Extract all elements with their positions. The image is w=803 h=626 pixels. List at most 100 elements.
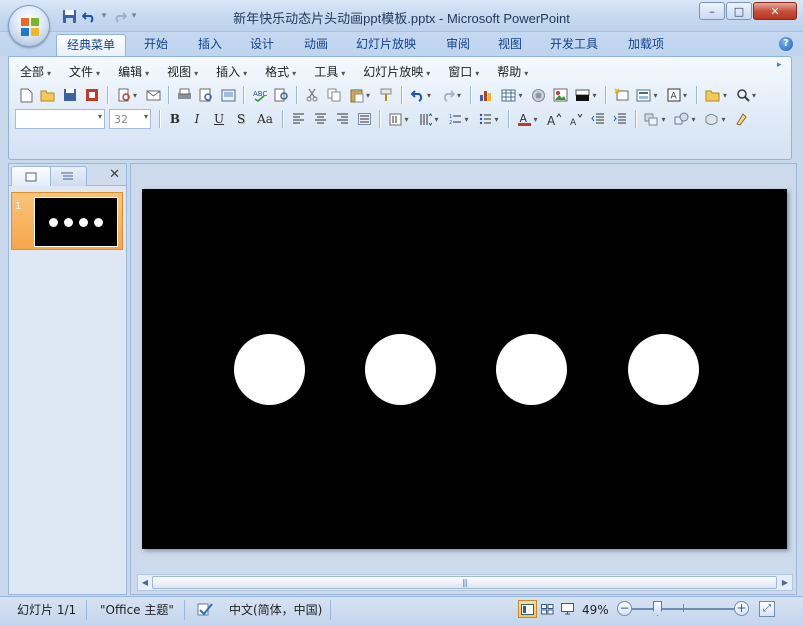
zoom-level[interactable]: 49%: [582, 601, 609, 619]
tab-review[interactable]: 审阅: [436, 34, 480, 56]
slide-circle[interactable]: [365, 334, 436, 405]
shape-outline-icon[interactable]: [730, 109, 752, 130]
menu-slideshow[interactable]: 幻灯片放映 ▾: [358, 62, 435, 82]
insert-table-icon[interactable]: [497, 85, 527, 106]
font-name-combo[interactable]: ▾: [15, 109, 105, 129]
menu-all[interactable]: 全部 ▾: [15, 62, 56, 82]
normal-view-icon[interactable]: [518, 600, 537, 618]
close-button[interactable]: ✕: [753, 2, 797, 20]
help-icon[interactable]: ?: [779, 37, 793, 51]
horizontal-scrollbar[interactable]: ◀ ||| ▶: [137, 574, 793, 591]
format-painter-icon[interactable]: [375, 85, 397, 106]
underline-button[interactable]: U: [208, 109, 230, 129]
open-folder-icon[interactable]: [701, 85, 731, 106]
bullets-icon[interactable]: [474, 109, 504, 130]
menu-tools[interactable]: 工具 ▾: [309, 62, 350, 82]
save-icon[interactable]: [59, 85, 81, 106]
maximize-button[interactable]: □: [726, 2, 752, 20]
line-spacing-icon[interactable]: [414, 109, 444, 130]
insert-chart-icon[interactable]: [475, 85, 497, 106]
slide-circle[interactable]: [234, 334, 305, 405]
menu-view[interactable]: 视图 ▾: [162, 62, 203, 82]
scroll-thumb[interactable]: |||: [152, 576, 777, 589]
office-button[interactable]: [8, 5, 50, 47]
scroll-left-icon[interactable]: ◀: [138, 575, 152, 590]
font-color-icon[interactable]: A: [513, 109, 543, 130]
shape-fill-icon[interactable]: [700, 109, 730, 130]
slideshow-view-icon[interactable]: [558, 600, 577, 618]
shadow-button[interactable]: S: [230, 109, 252, 129]
menu-format[interactable]: 格式 ▾: [260, 62, 301, 82]
language-status[interactable]: 中文(简体，中国): [229, 601, 322, 619]
font-size-combo[interactable]: 32 ▾: [109, 109, 151, 129]
new-document-icon[interactable]: [15, 85, 37, 106]
shapes-icon[interactable]: [670, 109, 700, 130]
bold-button[interactable]: B: [164, 109, 186, 129]
align-left-icon[interactable]: [287, 109, 309, 130]
change-case-button[interactable]: Aa: [252, 109, 278, 129]
numbering-icon[interactable]: 12: [444, 109, 474, 130]
zoom-icon[interactable]: [731, 85, 761, 106]
menu-window[interactable]: 窗口 ▾: [443, 62, 484, 82]
paste-icon[interactable]: [345, 85, 375, 106]
tab-insert[interactable]: 插入: [188, 34, 232, 56]
align-right-icon[interactable]: [331, 109, 353, 130]
slide-sorter-view-icon[interactable]: [538, 600, 557, 618]
tab-design[interactable]: 设计: [240, 34, 284, 56]
tab-classic-menu[interactable]: 经典菜单: [56, 34, 127, 56]
slide-layout-icon[interactable]: [632, 85, 662, 106]
copy-icon[interactable]: [323, 85, 345, 106]
fit-to-window-icon[interactable]: ⤢: [759, 601, 775, 617]
slide-thumbnail[interactable]: [11, 192, 123, 250]
tab-animations[interactable]: 动画: [294, 34, 338, 56]
print-icon[interactable]: [173, 85, 195, 106]
proofing-icon[interactable]: [196, 600, 214, 618]
slide-circle[interactable]: [496, 334, 567, 405]
tab-addins[interactable]: 加载项: [618, 34, 674, 56]
justify-icon[interactable]: [353, 109, 375, 130]
outline-tab[interactable]: [47, 166, 87, 186]
print-preview-page-icon[interactable]: [195, 85, 217, 106]
new-slide-icon[interactable]: [610, 85, 632, 106]
tab-view[interactable]: 视图: [488, 34, 532, 56]
view-icon[interactable]: [217, 85, 239, 106]
slide-canvas[interactable]: [142, 189, 787, 549]
open-folder-icon[interactable]: [37, 85, 59, 106]
email-icon[interactable]: [142, 85, 164, 106]
align-center-icon[interactable]: [309, 109, 331, 130]
color-grayscale-icon[interactable]: [571, 85, 601, 106]
tab-developer[interactable]: 开发工具: [540, 34, 608, 56]
zoom-in-icon[interactable]: +: [734, 601, 749, 616]
decrease-font-icon[interactable]: A: [565, 109, 587, 130]
permission-icon[interactable]: [81, 85, 103, 106]
cut-icon[interactable]: [301, 85, 323, 106]
scroll-right-icon[interactable]: ▶: [778, 575, 792, 590]
text-direction-icon[interactable]: [384, 109, 414, 130]
undo-icon[interactable]: [406, 85, 436, 106]
tab-slideshow[interactable]: 幻灯片放映: [346, 34, 426, 56]
insert-picture-icon[interactable]: [549, 85, 571, 106]
text-box-icon[interactable]: A: [662, 85, 692, 106]
close-icon[interactable]: ✕: [109, 167, 120, 182]
menu-file[interactable]: 文件 ▾: [64, 62, 105, 82]
arrange-icon[interactable]: [640, 109, 670, 130]
print-preview-icon[interactable]: [112, 85, 142, 106]
italic-button[interactable]: I: [186, 109, 208, 129]
slides-tab[interactable]: [11, 166, 51, 186]
ribbon-overflow-icon[interactable]: ▸: [777, 60, 787, 156]
menu-help[interactable]: 帮助 ▾: [492, 62, 533, 82]
tab-home[interactable]: 开始: [134, 34, 178, 56]
increase-font-icon[interactable]: A: [543, 109, 565, 130]
zoom-slider-knob[interactable]: [653, 601, 662, 616]
menu-insert[interactable]: 插入 ▾: [211, 62, 252, 82]
zoom-out-icon[interactable]: −: [617, 601, 632, 616]
minimize-button[interactable]: –: [699, 2, 725, 20]
insert-clipart-icon[interactable]: [527, 85, 549, 106]
increase-indent-icon[interactable]: [609, 109, 631, 130]
menu-edit[interactable]: 编辑 ▾: [113, 62, 154, 82]
research-icon[interactable]: [270, 85, 292, 106]
spelling-icon[interactable]: ABC: [248, 85, 270, 106]
decrease-indent-icon[interactable]: [587, 109, 609, 130]
redo-icon[interactable]: [436, 85, 466, 106]
slide-circle[interactable]: [628, 334, 699, 405]
